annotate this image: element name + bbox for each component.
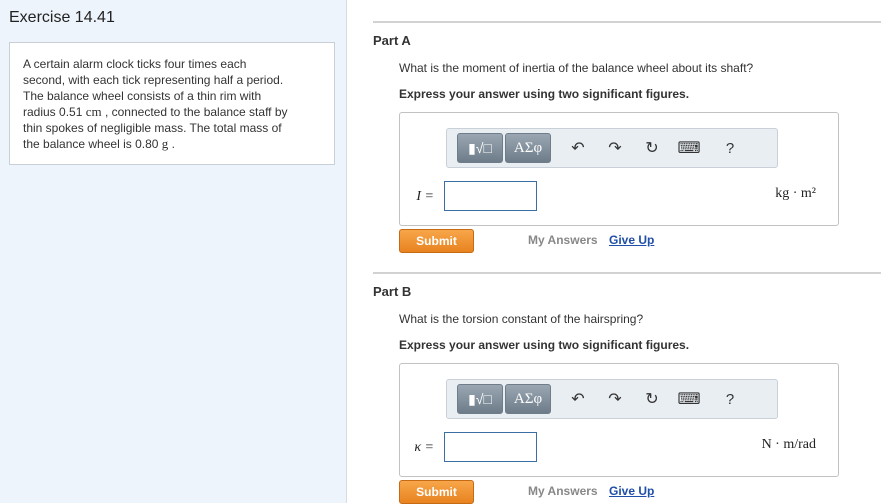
part-b-math-toolbar: ▮√□ ΑΣφ ↶ ↷ ↻ ⌨ ?	[446, 379, 778, 419]
part-a-answer-box: ▮√□ ΑΣφ ↶ ↷ ↻ ⌨ ? I = kg · m²	[399, 112, 839, 226]
keyboard-icon[interactable]: ⌨	[677, 390, 700, 408]
problem-line-3: The balance wheel consists of a thin rim…	[23, 89, 262, 103]
part-b-question: What is the torsion constant of the hair…	[399, 312, 644, 326]
part-b-give-up-link[interactable]: Give Up	[609, 484, 654, 498]
part-b-answer-input[interactable]	[444, 432, 537, 462]
part-a-give-up-link[interactable]: Give Up	[609, 233, 654, 247]
part-a-instruction: Express your answer using two significan…	[399, 87, 690, 101]
radius-value: radius 0.51	[23, 105, 83, 119]
greek-symbols-button[interactable]: ΑΣφ	[505, 384, 551, 414]
problem-line-4-rest: , connected to the balance staff by	[104, 105, 288, 119]
main-content: Part A What is the moment of inertia of …	[347, 0, 882, 504]
part-a-question: What is the moment of inertia of the bal…	[399, 61, 754, 75]
help-button[interactable]: ?	[721, 390, 739, 408]
problem-line-4: radius 0.51 cm , connected to the balanc…	[23, 104, 323, 120]
redo-icon[interactable]: ↷	[606, 139, 624, 157]
part-a-math-toolbar: ▮√□ ΑΣφ ↶ ↷ ↻ ⌨ ?	[446, 128, 778, 168]
undo-icon[interactable]: ↶	[569, 390, 587, 408]
part-b-instruction: Express your answer using two significan…	[399, 338, 690, 352]
reset-icon[interactable]: ↻	[643, 390, 661, 408]
part-a-submit-button[interactable]: Submit	[399, 229, 474, 253]
part-a-my-answers-link[interactable]: My Answers	[528, 233, 598, 247]
part-b-divider	[373, 272, 881, 274]
problem-line-1: A certain alarm clock ticks four times e…	[23, 57, 247, 71]
templates-button[interactable]: ▮√□	[457, 133, 503, 163]
greek-symbols-button[interactable]: ΑΣφ	[505, 133, 551, 163]
exercise-title: Exercise 14.41	[9, 9, 115, 26]
part-b-submit-button[interactable]: Submit	[399, 480, 474, 504]
part-a-divider	[373, 21, 881, 23]
reset-icon[interactable]: ↻	[643, 139, 661, 157]
mass-unit: g	[161, 136, 169, 151]
problem-sidebar: Exercise 14.41 A certain alarm clock tic…	[0, 0, 347, 503]
part-a-units: kg · m²	[775, 186, 816, 201]
keyboard-icon[interactable]: ⌨	[677, 139, 700, 157]
help-button[interactable]: ?	[721, 139, 739, 157]
problem-statement: A certain alarm clock ticks four times e…	[9, 42, 335, 165]
part-b-my-answers-link[interactable]: My Answers	[528, 484, 598, 498]
redo-icon[interactable]: ↷	[606, 390, 624, 408]
part-a-label: Part A	[373, 33, 411, 48]
templates-button[interactable]: ▮√□	[457, 384, 503, 414]
problem-line-5: thin spokes of negligible mass. The tota…	[23, 121, 282, 135]
part-b-variable: κ =	[414, 440, 434, 455]
problem-line-6: the balance wheel is 0.80 g .	[23, 136, 323, 152]
part-a-answer-input[interactable]	[444, 181, 537, 211]
part-b-answer-box: ▮√□ ΑΣφ ↶ ↷ ↻ ⌨ ? κ = N · m/rad	[399, 363, 839, 477]
problem-line-2: second, with each tick representing half…	[23, 73, 284, 87]
undo-icon[interactable]: ↶	[569, 139, 587, 157]
part-b-units: N · m/rad	[761, 437, 816, 452]
mass-value: the balance wheel is 0.80	[23, 137, 159, 151]
part-a-variable: I =	[416, 189, 434, 204]
radius-unit: cm	[85, 104, 102, 119]
part-b-label: Part B	[373, 284, 412, 299]
problem-line-6-rest: .	[171, 137, 175, 151]
